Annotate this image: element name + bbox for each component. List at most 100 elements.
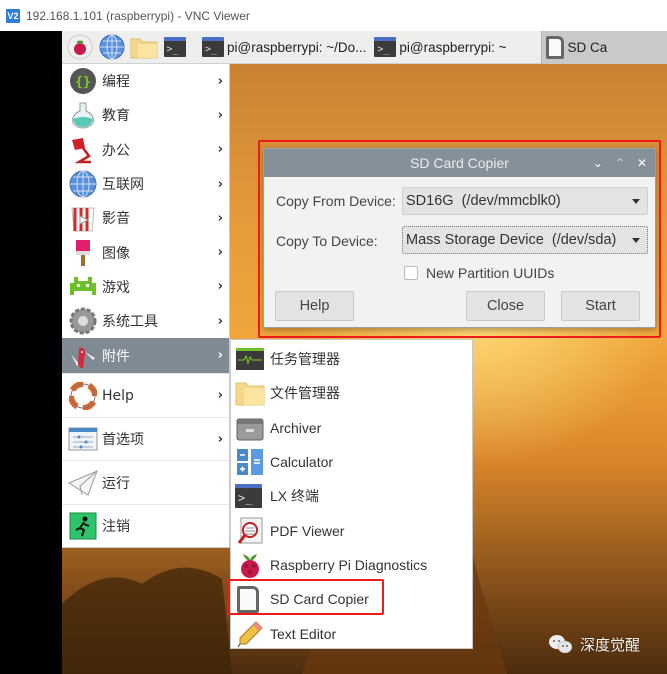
help-icon — [68, 381, 98, 411]
logout-icon — [68, 511, 98, 541]
menu-item-label: 图像 — [102, 245, 130, 262]
vnc-black-margin — [0, 31, 62, 674]
dialog-highlight-box — [258, 140, 661, 338]
menu-item-graphics[interactable]: 图像 › — [62, 235, 229, 269]
task-label: pi@raspberrypi: ~/Do... — [227, 39, 367, 55]
archiver-icon — [235, 413, 265, 443]
taskbar: >_ >_ pi@raspberrypi: ~/Do... >_ pi@rasp… — [62, 30, 667, 64]
submenu-item-task-manager[interactable]: 任务管理器 — [231, 342, 472, 376]
submenu-item-rpi-diagnostics[interactable]: Raspberry Pi Diagnostics — [231, 548, 472, 582]
submenu-item-label: 任务管理器 — [270, 351, 340, 368]
menu-item-label: 教育 — [102, 108, 130, 125]
menu-item-label: 注销 — [102, 519, 130, 536]
menu-item-label: 编程 — [102, 74, 130, 91]
taskbar-task[interactable]: >_ pi@raspberrypi: ~/Do... — [198, 31, 370, 64]
menu-item-internet[interactable]: 互联网 › — [62, 167, 229, 201]
submenu-item-label: Raspberry Pi Diagnostics — [270, 556, 428, 573]
file-manager-button[interactable] — [130, 33, 158, 61]
raspberry-icon — [235, 550, 265, 580]
terminal-icon: >_ — [374, 37, 397, 57]
menu-item-label: 游戏 — [102, 279, 130, 296]
menu-item-system-tools[interactable]: 系统工具 › — [62, 304, 229, 338]
menu-item-office[interactable]: 办公 › — [62, 133, 229, 167]
programming-icon: {} — [68, 66, 98, 96]
watermark: 深度觉醒 — [548, 633, 640, 655]
terminal-icon: >_ — [163, 37, 186, 57]
submenu-item-archiver[interactable]: Archiver — [231, 411, 472, 445]
submenu-item-calculator[interactable]: Calculator — [231, 445, 472, 479]
chevron-right-icon: › — [217, 279, 223, 295]
task-manager-icon — [235, 344, 265, 374]
wechat-icon — [549, 635, 573, 654]
menu-item-media[interactable]: 影音 › — [62, 201, 229, 235]
submenu-item-lx-terminal[interactable]: >_ LX 终端 — [231, 479, 472, 513]
chevron-right-icon: › — [217, 142, 223, 158]
terminal-icon: >_ — [235, 481, 265, 511]
menu-item-education[interactable]: 教育 › — [62, 98, 229, 132]
taskbar-task[interactable]: >_ pi@raspberrypi: ~ — [370, 31, 510, 64]
preferences-icon — [68, 424, 98, 454]
raspberry-menu-button[interactable] — [66, 33, 94, 61]
svg-text:{}: {} — [75, 75, 91, 90]
chevron-right-icon: › — [217, 313, 223, 329]
menu-item-logout[interactable]: 注销 — [62, 503, 229, 548]
chevron-right-icon: › — [217, 210, 223, 226]
menu-item-label: 影音 — [102, 211, 130, 228]
games-icon — [68, 272, 98, 302]
office-icon — [68, 135, 98, 165]
submenu-item-label: Archiver — [270, 419, 322, 436]
submenu-item-label: Calculator — [270, 454, 334, 471]
chevron-right-icon: › — [217, 107, 223, 123]
submenu-item-text-editor[interactable]: Text Editor — [231, 616, 472, 650]
run-icon — [68, 468, 98, 498]
vnc-logo-icon: V2 — [6, 8, 20, 23]
chevron-right-icon: › — [217, 388, 223, 404]
menu-item-label: 系统工具 — [102, 314, 158, 331]
menu-item-run[interactable]: 运行 — [62, 460, 229, 504]
menu-item-label: 办公 — [102, 142, 130, 159]
accessories-icon — [68, 341, 98, 371]
menu-item-label: 运行 — [102, 475, 130, 492]
submenu-item-file-manager[interactable]: 文件管理器 — [231, 376, 472, 410]
task-label: SD Ca — [567, 39, 608, 55]
terminal-icon: >_ — [202, 37, 224, 57]
system-tools-icon — [68, 306, 98, 336]
media-icon — [68, 203, 98, 233]
chevron-right-icon: › — [217, 73, 223, 89]
calculator-icon — [235, 447, 265, 477]
menu-item-help[interactable]: Help › — [62, 373, 229, 417]
taskbar-task-active[interactable]: SD Ca — [540, 30, 667, 64]
raspberry-menu-icon — [67, 34, 93, 60]
pdf-viewer-icon — [235, 516, 265, 546]
internet-icon — [68, 169, 98, 199]
web-browser-icon — [99, 34, 125, 60]
text-editor-icon — [235, 619, 265, 649]
submenu-item-label: PDF Viewer — [270, 522, 345, 539]
graphics-icon — [68, 238, 98, 268]
submenu-item-label: 文件管理器 — [270, 385, 340, 402]
task-label: pi@raspberrypi: ~ — [399, 39, 507, 55]
main-menu: {} 编程 › 教育 › 办公 › 互联网 › 影音 › 图像 › 游戏 › 系… — [62, 64, 230, 548]
submenu-item-pdf-viewer[interactable]: PDF Viewer — [231, 513, 472, 547]
web-browser-button[interactable] — [98, 33, 126, 61]
chevron-right-icon: › — [217, 348, 223, 364]
chevron-right-icon: › — [217, 245, 223, 261]
watermark-text: 深度觉醒 — [580, 635, 641, 654]
submenu-item-label: LX 终端 — [270, 488, 320, 505]
file-manager-icon — [235, 378, 265, 408]
submenu-item-label: Text Editor — [270, 625, 337, 642]
vnc-title-bar: V2 192.168.1.101 (raspberrypi) - VNC Vie… — [0, 0, 667, 31]
menu-item-label: 互联网 — [102, 177, 144, 194]
menu-item-accessories[interactable]: 附件 › — [62, 338, 229, 374]
menu-item-label: Help — [102, 387, 134, 404]
vnc-window-title: 192.168.1.101 (raspberrypi) - VNC Viewer — [26, 8, 250, 23]
terminal-launcher-button[interactable]: >_ — [162, 33, 190, 61]
menu-item-games[interactable]: 游戏 › — [62, 270, 229, 304]
menu-item-programming[interactable]: {} 编程 › — [62, 64, 229, 98]
chevron-right-icon: › — [217, 176, 223, 192]
chevron-right-icon: › — [217, 431, 223, 447]
menu-item-preferences[interactable]: 首选项 › — [62, 416, 229, 461]
sd-card-icon — [545, 35, 564, 59]
menu-item-highlight-box — [227, 579, 384, 615]
education-icon — [68, 100, 98, 130]
